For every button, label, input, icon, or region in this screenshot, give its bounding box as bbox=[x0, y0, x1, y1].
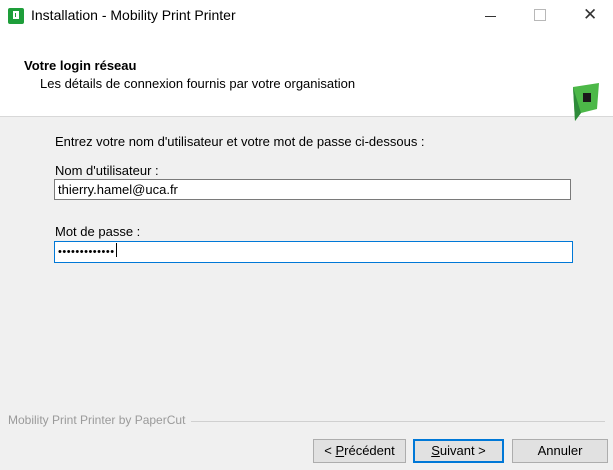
next-accel: S bbox=[431, 443, 440, 458]
instruction-text: Entrez votre nom d'utilisateur et votre … bbox=[55, 134, 425, 149]
username-label: Nom d'utilisateur : bbox=[55, 163, 159, 178]
wizard-content: Entrez votre nom d'utilisateur et votre … bbox=[0, 117, 613, 410]
title-bar[interactable]: Installation - Mobility Print Printer ✕ bbox=[0, 0, 613, 30]
previous-button[interactable]: < Précédent bbox=[313, 439, 406, 463]
minimize-button[interactable] bbox=[467, 0, 513, 30]
window-title: Installation - Mobility Print Printer bbox=[31, 7, 236, 23]
page-subtitle: Les détails de connexion fournis par vot… bbox=[40, 76, 356, 91]
next-rest: uivant > bbox=[439, 443, 486, 458]
app-icon bbox=[8, 8, 24, 24]
username-input[interactable]: thierry.hamel@uca.fr bbox=[54, 179, 571, 200]
password-mask: ••••••••••••• bbox=[58, 246, 115, 258]
maximize-button bbox=[517, 0, 563, 30]
password-input[interactable]: ••••••••••••• bbox=[54, 241, 573, 263]
close-icon: ✕ bbox=[583, 5, 598, 24]
next-button[interactable]: Suivant > bbox=[413, 439, 504, 463]
password-label: Mot de passe : bbox=[55, 224, 141, 239]
wizard-header: Votre login réseau Les détails de connex… bbox=[0, 30, 613, 121]
page-title: Votre login réseau bbox=[24, 58, 137, 73]
maximize-icon bbox=[534, 9, 546, 21]
previous-accel: P bbox=[335, 443, 345, 458]
installer-window: Installation - Mobility Print Printer ✕ … bbox=[0, 0, 613, 470]
cancel-button[interactable]: Annuler bbox=[512, 439, 608, 463]
footer-branding: Mobility Print Printer by PaperCut bbox=[8, 413, 192, 427]
close-button[interactable]: ✕ bbox=[567, 0, 613, 30]
text-caret bbox=[115, 243, 117, 257]
minimize-icon bbox=[485, 16, 496, 17]
previous-rest: récédent bbox=[344, 443, 395, 458]
previous-prefix: < bbox=[324, 443, 336, 458]
